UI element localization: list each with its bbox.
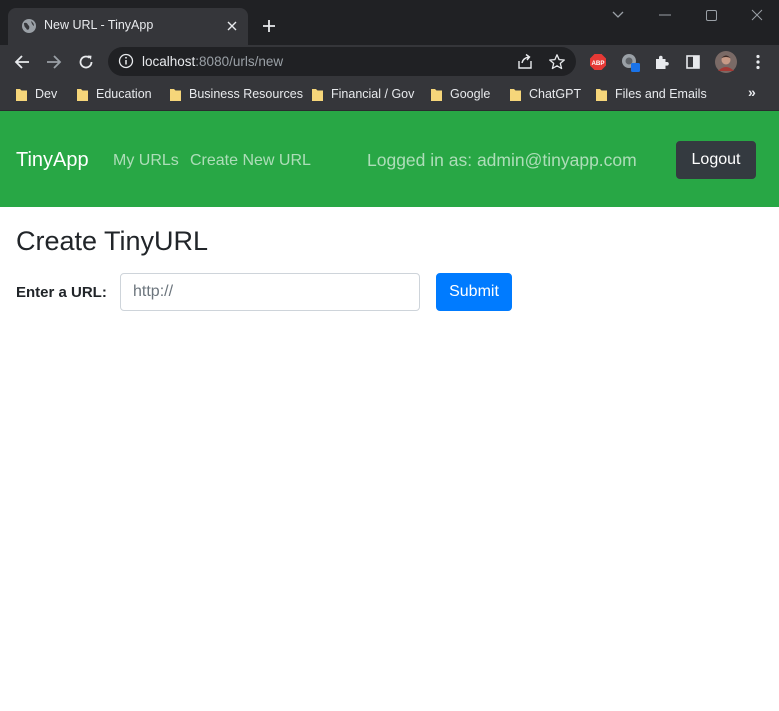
info-icon[interactable] bbox=[118, 53, 134, 69]
reload-button[interactable] bbox=[74, 50, 98, 74]
folder-icon bbox=[596, 88, 607, 101]
abp-icon: ABP bbox=[590, 54, 606, 70]
folder-icon bbox=[510, 88, 521, 101]
plus-icon bbox=[263, 20, 275, 32]
forward-button[interactable] bbox=[42, 50, 66, 74]
reload-icon bbox=[79, 55, 93, 69]
submit-button[interactable]: Submit bbox=[436, 273, 512, 311]
back-button[interactable] bbox=[10, 50, 34, 74]
browser-menu-button[interactable] bbox=[748, 52, 768, 72]
profile-avatar bbox=[715, 51, 737, 73]
bookmark-label: Dev bbox=[35, 87, 58, 101]
url-input[interactable] bbox=[120, 273, 420, 311]
logout-button[interactable]: Logout bbox=[676, 141, 756, 179]
bookmark-education[interactable]: Education bbox=[77, 86, 152, 102]
bookmark-financial-gov[interactable]: Financial / Gov bbox=[312, 86, 414, 102]
url-host: localhost bbox=[142, 54, 196, 69]
profile-button[interactable] bbox=[715, 51, 737, 73]
maximize-icon bbox=[705, 9, 717, 21]
kebab-menu-icon bbox=[756, 54, 760, 70]
folder-icon bbox=[77, 88, 88, 101]
bookmark-label: Google bbox=[450, 87, 491, 101]
minimize-icon bbox=[659, 14, 671, 16]
url-label: Enter a URL: bbox=[16, 284, 107, 301]
folder-icon bbox=[431, 88, 442, 101]
page-title: Create TinyURL bbox=[16, 226, 209, 256]
tab-strip: New URL - TinyApp bbox=[0, 0, 779, 45]
tab-title: New URL - TinyApp bbox=[44, 18, 154, 32]
window-close-icon bbox=[751, 9, 763, 21]
nav-link-my-urls[interactable]: My URLs bbox=[113, 152, 179, 170]
maximize-button[interactable] bbox=[695, 4, 727, 26]
puzzle-icon bbox=[656, 55, 669, 69]
tab-search-button[interactable] bbox=[602, 4, 634, 26]
extensions-menu-button[interactable] bbox=[652, 52, 672, 72]
bookmark-label: Business Resources bbox=[189, 87, 303, 101]
bookmark-chatgpt[interactable]: ChatGPT bbox=[510, 86, 581, 102]
url-path: :8080/urls/new bbox=[195, 54, 284, 69]
browser-toolbar: localhost:8080/urls/new ABP bbox=[0, 45, 779, 78]
bookmark-label: Education bbox=[96, 87, 152, 101]
sidepanel-icon bbox=[686, 55, 700, 69]
bookmarks-bar: Dev Education Business Resources Financi… bbox=[0, 78, 779, 111]
nav-link-create-new-url[interactable]: Create New URL bbox=[190, 152, 311, 170]
brand-link[interactable]: TinyApp bbox=[16, 149, 89, 172]
side-panel-button[interactable] bbox=[683, 52, 703, 72]
new-tab-button[interactable] bbox=[258, 15, 280, 37]
chevron-down-icon bbox=[612, 11, 624, 18]
bookmark-dev[interactable]: Dev bbox=[16, 86, 57, 102]
address-bar[interactable]: localhost:8080/urls/new bbox=[108, 47, 576, 76]
tab-active[interactable]: New URL - TinyApp bbox=[8, 8, 248, 45]
bookmark-label: ChatGPT bbox=[529, 87, 582, 101]
star-icon[interactable] bbox=[548, 53, 566, 71]
close-icon bbox=[227, 21, 237, 31]
folder-icon bbox=[170, 88, 181, 101]
folder-icon bbox=[312, 88, 323, 101]
address-url: localhost:8080/urls/new bbox=[142, 54, 283, 69]
bookmark-files-and-emails[interactable]: Files and Emails bbox=[596, 86, 707, 102]
abp-label: ABP bbox=[591, 60, 604, 67]
bookmark-label: Financial / Gov bbox=[331, 87, 415, 101]
share-icon[interactable] bbox=[516, 53, 534, 71]
extension-button[interactable] bbox=[620, 52, 640, 72]
folder-icon bbox=[16, 88, 27, 101]
browser-chrome: New URL - TinyApp localhost:8080/urls/ne… bbox=[0, 0, 779, 111]
forward-icon bbox=[47, 55, 62, 69]
bookmark-business-resources[interactable]: Business Resources bbox=[170, 86, 303, 102]
window-close-button[interactable] bbox=[741, 4, 773, 26]
tab-close-button[interactable] bbox=[222, 16, 242, 36]
minimize-button[interactable] bbox=[649, 4, 681, 26]
logged-in-status: Logged in as: admin@tinyapp.com bbox=[367, 150, 637, 170]
globe-icon bbox=[22, 19, 36, 33]
app-navbar: TinyApp My URLs Create New URL Logged in… bbox=[0, 111, 779, 207]
back-icon bbox=[14, 55, 29, 69]
bookmark-google[interactable]: Google bbox=[431, 86, 490, 102]
bookmark-label: Files and Emails bbox=[615, 87, 707, 101]
extension-icon bbox=[622, 54, 640, 72]
more-bookmarks-button[interactable]: » bbox=[748, 84, 756, 100]
abp-extension-button[interactable]: ABP bbox=[588, 52, 608, 72]
